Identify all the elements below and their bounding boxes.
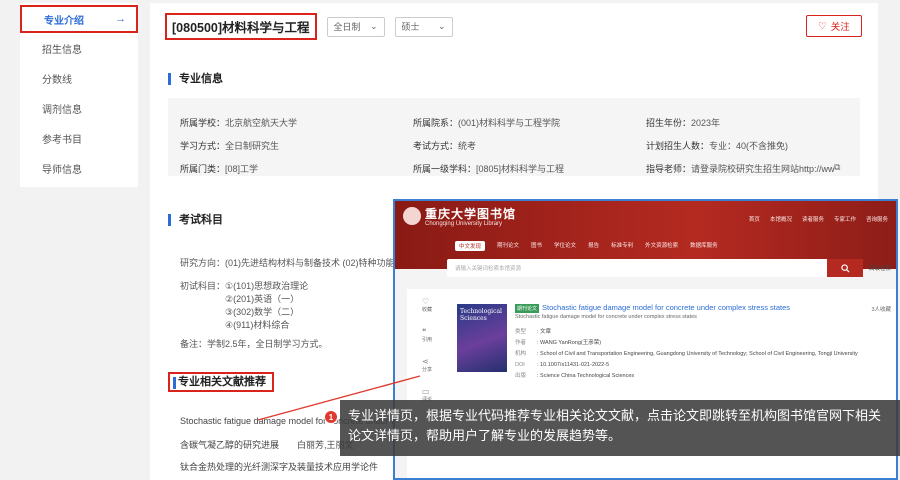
info-cell: 所属院系：(001)材料科学与工程学院: [413, 118, 561, 128]
chevron-down-icon: ⌄: [370, 21, 378, 31]
favorite-count: 3人收藏: [871, 307, 891, 313]
info-cell: 学习方式：全日制研究生: [180, 141, 280, 151]
cite-button[interactable]: ❝ 引用: [422, 327, 432, 343]
favorite-button[interactable]: ♡ 收藏: [422, 297, 432, 313]
info-cell: 所属一级学科：[0805]材料科学与工程: [413, 164, 565, 174]
library-logo-icon: [403, 207, 421, 225]
sidebar-item-admissions[interactable]: 招生信息: [20, 33, 138, 63]
chevron-down-icon: ⌄: [438, 21, 446, 31]
library-link[interactable]: 专家工作: [834, 215, 856, 223]
paper-meta: 类型: 文章 作者: WANG YanRong(王彦荣) 机构: School …: [515, 327, 858, 382]
paper-toolbar: ♡收藏 ❝引用 ⋖分享 ▭评论: [415, 297, 439, 403]
info-row: 所属学校：北京航空航天大学 所属院系：(001)材料科学与工程学院 招生年份：2…: [180, 116, 848, 129]
info-cell: 所属学校：北京航空航天大学: [180, 118, 298, 128]
library-search-tabs: 中文发现 期刊论文 图书 学位论文 报告 标准专利 外文资源检索 数据库服务: [455, 241, 718, 251]
sidebar-item-adjustment[interactable]: 调剂信息: [20, 93, 138, 123]
info-cell: 招生年份：2023年: [646, 118, 721, 128]
info-row: 所属门类：[08]工学 所属一级学科：[0805]材料科学与工程 指导老师：请登…: [180, 162, 848, 175]
type-badge: 期刊论文: [515, 303, 540, 313]
share-button[interactable]: ⋖ 分享: [422, 357, 432, 373]
heart-icon: ♡: [818, 20, 827, 32]
library-tab[interactable]: 标准专利: [611, 241, 633, 251]
exam-subjects: 初试科目：①(101)思想政治理论 初试科目：②(201)英语（一） 初试科目：…: [180, 281, 309, 330]
advanced-search-link[interactable]: 高级检索: [869, 264, 891, 272]
library-brand-en: Chongqing University Library: [425, 221, 503, 227]
sidebar-item-label: 招生信息: [42, 44, 82, 56]
study-mode-select[interactable]: 全日制 ⌄: [326, 16, 385, 37]
sidebar-item-label: 参考书目: [42, 134, 82, 146]
quote-icon: ❝: [421, 327, 427, 336]
sidebar-item-label: 专业介绍: [44, 15, 84, 27]
cover-title: Technological Sciences: [460, 308, 502, 322]
select-value: 硕士: [401, 22, 420, 32]
paper-subtitle: Stochastic fatigue damage model for conc…: [515, 314, 697, 320]
sidebar-item-label: 调剂信息: [42, 104, 82, 116]
arrow-right-icon: →: [115, 13, 126, 25]
library-tab[interactable]: 学位论文: [554, 241, 576, 251]
journal-cover: Technological Sciences: [457, 304, 507, 372]
section-title-exam: 考试科目: [168, 214, 223, 226]
search-icon[interactable]: [827, 259, 863, 277]
page-title: [080500]材料科学与工程: [165, 13, 317, 40]
info-cell: 指导老师：请登录院校研究生招生网站http://www.bu...: [646, 164, 834, 174]
library-link[interactable]: 本馆概况: [770, 215, 792, 223]
meta-row: 出版: Science China Technological Sciences: [515, 373, 635, 379]
info-row: 学习方式：全日制研究生 考试方式：统考 计划招生人数：专业：40(不含推免): [180, 139, 848, 152]
library-tab[interactable]: 数据库服务: [690, 241, 718, 251]
page: 专业介绍 → 招生信息 分数线 调剂信息 参考书目 导师信息 [080500]材…: [0, 0, 900, 480]
meta-row: DOI: 10.1007/s11431-021-2022-5: [515, 362, 610, 368]
copy-icon[interactable]: ⧉: [834, 162, 840, 175]
info-cell: 计划招生人数：专业：40(不含推免): [646, 141, 789, 151]
info-cell: 考试方式：统考: [413, 141, 477, 151]
major-info-box: 所属学校：北京航空航天大学 所属院系：(001)材料科学与工程学院 招生年份：2…: [168, 98, 860, 176]
header-row: [080500]材料科学与工程 全日制 ⌄ 硕士 ⌄: [165, 13, 453, 40]
sidebar-item-reference-books[interactable]: 参考书目: [20, 123, 138, 153]
paper-link[interactable]: 钛合金热处理的光纤测深字及装量技术应用学论件 张涛: [180, 460, 414, 480]
sidebar-item-supervisors[interactable]: 导师信息: [20, 153, 138, 183]
library-tab[interactable]: 中文发现: [455, 241, 486, 251]
info-cell: 所属门类：[08]工学: [180, 164, 259, 174]
follow-label: 关注: [830, 22, 850, 33]
sidebar-item-score-line[interactable]: 分数线: [20, 63, 138, 93]
sidebar: 专业介绍 → 招生信息 分数线 调剂信息 参考书目 导师信息: [20, 3, 138, 187]
select-value: 全日制: [333, 22, 361, 32]
annotation-marker: 1: [324, 410, 338, 424]
library-link[interactable]: 读者服务: [802, 215, 824, 223]
meta-row: 类型: 文章: [515, 329, 552, 335]
library-link[interactable]: 咨询服务: [866, 215, 888, 223]
library-top-links: 首页 本馆概况 读者服务 专家工作 咨询服务: [749, 215, 888, 223]
sidebar-item-label: 导师信息: [42, 164, 82, 176]
annotation-callout: 专业详情页，根据专业代码推荐专业相关论文文献，点击论文即跳转至机构图书馆官网下相…: [340, 400, 900, 456]
share-icon: ⋖: [421, 357, 429, 366]
exam-direction: 研究方向：(01)先进结构材料与制备技术 (02)特种功能材: [180, 258, 404, 268]
library-brand: 重庆大学图书馆: [425, 207, 517, 221]
follow-button[interactable]: ♡ 关注: [806, 15, 862, 37]
library-link[interactable]: 首页: [749, 215, 760, 223]
paper-title-link[interactable]: 期刊论文 Stochastic fatigue damage model for …: [515, 303, 790, 313]
exam-note: 备注：学制2.5年，全日制学习方式。: [180, 339, 328, 349]
library-tab[interactable]: 图书: [531, 241, 542, 251]
comment-icon: ▭: [421, 387, 430, 396]
library-tab[interactable]: 期刊论文: [497, 241, 519, 251]
sidebar-item-label: 分数线: [42, 74, 72, 86]
section-title-papers: 专业相关文献推荐: [168, 372, 274, 392]
meta-row: 机构: School of Civil and Transportation E…: [515, 351, 858, 357]
degree-select[interactable]: 硕士 ⌄: [394, 16, 453, 37]
library-tab[interactable]: 报告: [588, 241, 599, 251]
heart-icon: ♡: [421, 297, 430, 306]
meta-row: 作者: WANG YanRong(王彦荣): [515, 340, 602, 346]
sidebar-item-major-intro[interactable]: 专业介绍 →: [20, 5, 138, 33]
section-title-major-info: 专业信息: [168, 73, 223, 85]
library-search-input[interactable]: 请输入关键词检索本馆资源: [447, 259, 833, 277]
library-tab[interactable]: 外文资源检索: [645, 241, 678, 251]
